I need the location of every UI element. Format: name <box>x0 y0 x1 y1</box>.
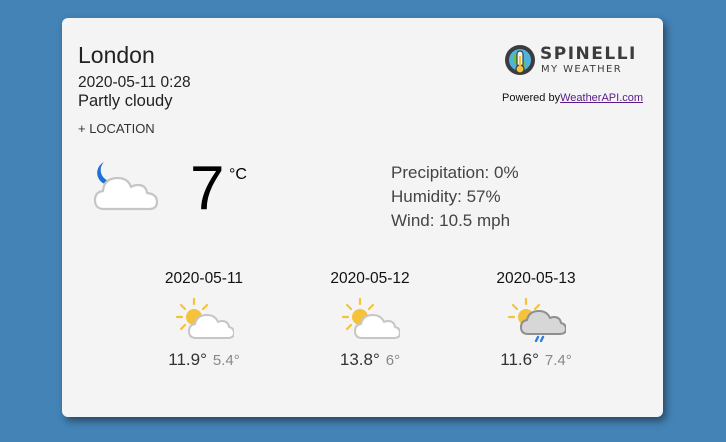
forecast-date: 2020-05-11 <box>164 270 244 287</box>
current-details: Precipitation: 0% Humidity: 57% Wind: 10… <box>391 161 519 233</box>
sun-cloud-icon <box>341 297 400 339</box>
current-condition: Partly cloudy <box>78 92 173 110</box>
forecast-temps: 11.9° 5.4° <box>144 350 264 370</box>
forecast-temps: 13.8° 6° <box>310 350 430 370</box>
sun-rain-cloud-icon <box>507 297 566 342</box>
brand-tagline: MY WEATHER <box>541 64 623 75</box>
city-name: London <box>78 42 155 68</box>
forecast-low: 6° <box>385 352 401 369</box>
forecast-date: 2020-05-13 <box>496 270 576 287</box>
brand-logo: SPINELLI MY WEATHER <box>504 43 637 79</box>
temperature-unit: °C <box>229 166 247 183</box>
forecast-low: 7.4° <box>544 352 572 369</box>
local-datetime: 2020-05-11 0:28 <box>78 74 191 91</box>
forecast-date: 2020-05-12 <box>330 270 410 287</box>
sun-cloud-icon <box>175 297 234 339</box>
powered-by-label: Powered by <box>502 92 561 104</box>
brand-name: SPINELLI <box>540 44 637 64</box>
forecast-low: 5.4° <box>212 352 240 369</box>
forecast-day: 2020-05-13 11.6° 7.4° <box>476 270 596 370</box>
forecast-high: 11.6° <box>500 350 539 369</box>
current-temperature: 7 <box>190 154 225 223</box>
precipitation: Precipitation: 0% <box>391 163 519 182</box>
forecast-temps: 11.6° 7.4° <box>476 350 596 370</box>
add-location-button[interactable]: + LOCATION <box>78 121 155 136</box>
powered-by: Powered byWeatherAPI.com <box>502 92 643 104</box>
humidity: Humidity: 57% <box>391 187 501 206</box>
forecast-high: 13.8° <box>339 350 380 369</box>
forecast-day: 2020-05-12 13.8° 6° <box>310 270 430 370</box>
weatherapi-link[interactable]: WeatherAPI.com <box>560 92 643 104</box>
wind: Wind: 10.5 mph <box>391 211 511 230</box>
globe-thermometer-icon <box>505 45 535 75</box>
forecast-high: 11.9° <box>168 350 207 369</box>
weather-card: London 2020-05-11 0:28 Partly cloudy + L… <box>62 18 663 417</box>
forecast-day: 2020-05-11 11.9° 5.4° <box>144 270 264 370</box>
moon-cloud-icon <box>93 162 159 211</box>
